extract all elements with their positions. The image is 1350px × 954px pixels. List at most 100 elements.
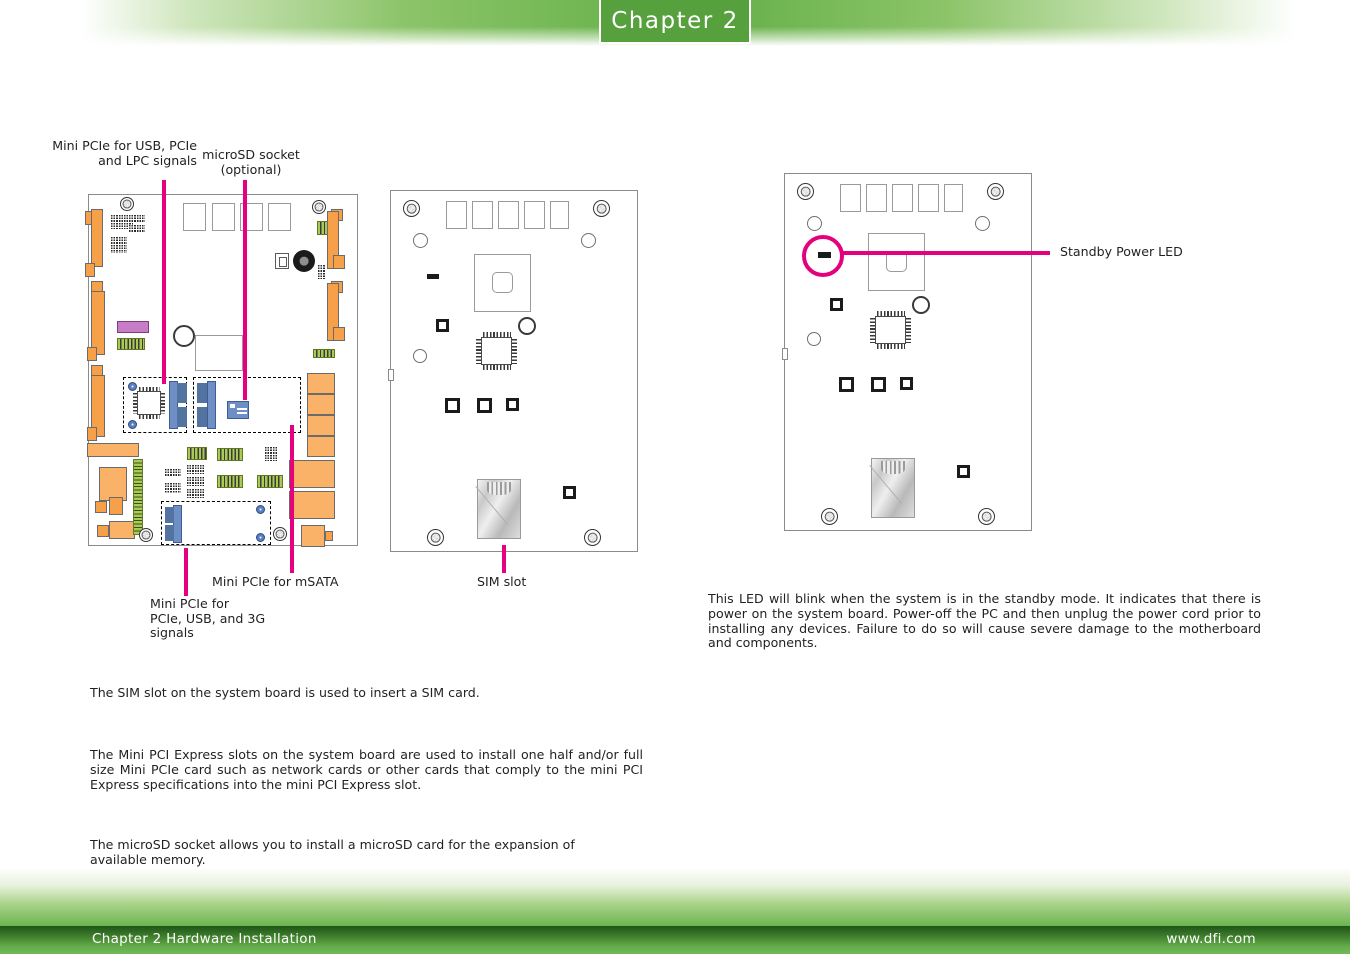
io-connector	[307, 394, 335, 415]
component-square	[957, 465, 970, 478]
screw-hole	[120, 197, 134, 211]
mounting-hole	[581, 233, 596, 248]
mounting-hole	[413, 349, 427, 363]
callout-standby-power-led: Standby Power LED	[1060, 244, 1183, 259]
green-header	[313, 349, 335, 358]
board-diagram-front	[85, 194, 358, 547]
green-header	[257, 475, 283, 488]
screw-hole	[139, 528, 153, 542]
screw-hole	[312, 200, 326, 214]
pointer-line-msata	[290, 425, 294, 573]
board-notch	[782, 348, 788, 360]
component-square	[830, 298, 843, 311]
green-header	[187, 447, 207, 460]
callout-mini-pcie-3g: Mini PCIe for PCIe, USB, and 3G signals	[150, 596, 266, 641]
speaker-buzzer	[293, 250, 315, 272]
pointer-line-mini-pcie-3g	[184, 548, 188, 596]
io-connector	[99, 467, 127, 501]
io-connector	[289, 460, 335, 488]
port-box	[183, 203, 206, 231]
screw-hole	[821, 508, 838, 525]
board-diagram-back	[388, 190, 638, 552]
paragraph-sim-slot: The SIM slot on the system board is used…	[90, 685, 480, 700]
board-diagram-led	[782, 173, 1032, 531]
screw-hole	[978, 508, 995, 525]
io-connector	[289, 491, 335, 519]
pin-header	[129, 225, 145, 233]
port-box	[212, 203, 235, 231]
port-box	[472, 201, 493, 229]
coin-battery-ring	[173, 325, 195, 347]
screw-hole	[987, 183, 1004, 200]
pointer-line-mini-pcie-usb	[162, 180, 166, 384]
screw-hole	[797, 183, 814, 200]
port-box	[892, 184, 913, 212]
purple-header	[117, 321, 149, 333]
pin-header	[187, 465, 205, 474]
sim-slot	[871, 458, 915, 518]
screw-hole	[593, 200, 610, 217]
component-outline	[195, 335, 243, 371]
io-connector	[307, 373, 335, 394]
standby-power-led	[427, 274, 439, 279]
board-notch	[388, 369, 394, 381]
screw-hole	[403, 200, 420, 217]
standoff-hole	[128, 382, 137, 391]
standoff-hole	[128, 420, 137, 429]
chip	[481, 337, 512, 365]
mounting-hole	[975, 216, 990, 231]
chapter-tab: Chapter 2	[599, 0, 751, 44]
paragraph-mini-pcie: The Mini PCI Express slots on the system…	[90, 747, 643, 792]
port-box	[918, 184, 939, 212]
screw-hole	[273, 527, 287, 541]
pin-header	[187, 477, 205, 486]
green-header	[117, 338, 145, 350]
port-box	[446, 201, 467, 229]
mini-pcie-slot	[173, 505, 182, 543]
port-box	[498, 201, 519, 229]
chip	[875, 316, 906, 344]
chip	[137, 391, 161, 415]
port-box	[840, 184, 861, 212]
port-box	[524, 201, 545, 229]
component-square	[477, 398, 492, 413]
callout-mini-pcie-usb: Mini PCIe for USB, PCIe and LPC signals	[52, 138, 197, 168]
sim-slot	[477, 479, 521, 539]
io-connector	[307, 436, 335, 457]
component-square	[445, 398, 460, 413]
paragraph-microsd: The microSD socket allows you to install…	[90, 837, 575, 867]
component-ring	[518, 317, 536, 335]
component-square	[900, 377, 913, 390]
io-connector	[301, 525, 325, 547]
footer-chapter-label: Chapter 2 Hardware Installation	[92, 931, 317, 947]
port-box	[866, 184, 887, 212]
callout-microsd-socket: microSD socket (optional)	[202, 147, 300, 177]
pin-header	[165, 469, 181, 477]
pin-header	[111, 237, 127, 253]
callout-sim-slot: SIM slot	[477, 574, 527, 589]
green-header	[217, 475, 243, 488]
page-root: Chapter 2 Mini PCIe for USB, PCIe and LP…	[0, 0, 1350, 954]
io-connector	[109, 521, 135, 539]
pin-header	[187, 489, 205, 498]
mounting-hole	[807, 332, 821, 346]
port-box	[550, 201, 569, 229]
memory-socket	[133, 459, 143, 535]
usb-connector-icon	[275, 253, 289, 269]
pointer-line-microsd	[243, 180, 247, 400]
pin-header	[165, 483, 181, 493]
pointer-line-sim-slot	[502, 545, 506, 573]
component-ring	[912, 296, 930, 314]
led-highlight-ring	[802, 235, 844, 277]
footer-website-link[interactable]: www.dfi.com	[1166, 931, 1256, 947]
mini-pcie-slot	[207, 381, 216, 429]
green-header	[217, 448, 243, 461]
pin-header	[265, 447, 278, 461]
pin-header	[318, 265, 325, 279]
component-square	[436, 319, 449, 332]
standoff-hole	[256, 505, 265, 514]
callout-mini-pcie-msata: Mini PCIe for mSATA	[212, 574, 339, 589]
cpu-die	[492, 272, 513, 293]
pointer-line-standby-led	[840, 251, 1050, 255]
mounting-hole	[413, 233, 428, 248]
